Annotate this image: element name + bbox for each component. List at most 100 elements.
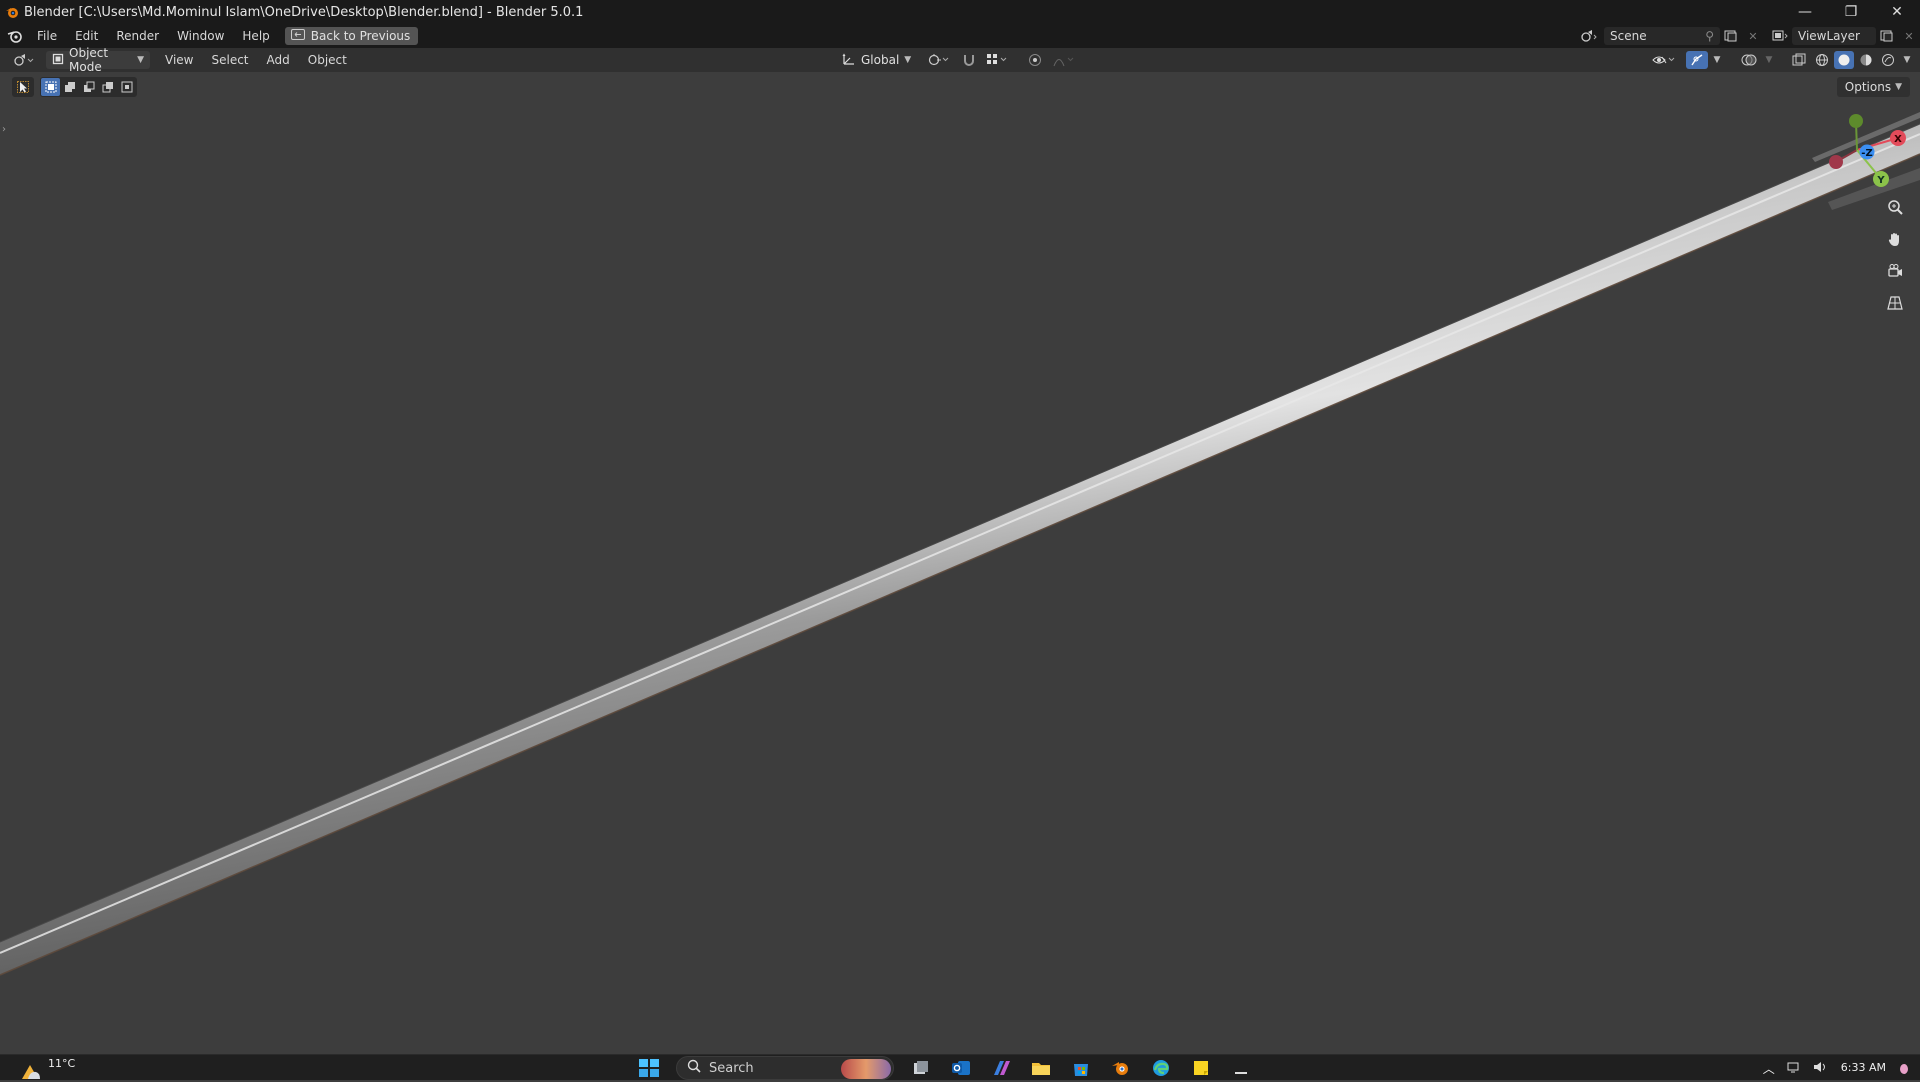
scene-name-field[interactable]: Scene ⚲: [1604, 27, 1720, 45]
system-clock[interactable]: 6:33 AM: [1841, 1062, 1886, 1074]
weather-widget[interactable]: 11°C: [18, 1057, 75, 1082]
back-to-previous-button[interactable]: Back to Previous: [284, 27, 419, 45]
search-placeholder: Search: [709, 1060, 754, 1076]
chevron-down-icon[interactable]: ▼: [1762, 51, 1776, 69]
chevron-down-icon[interactable]: ▼: [1900, 51, 1914, 69]
outlook-icon[interactable]: [948, 1057, 974, 1079]
back-button-label: Back to Previous: [310, 29, 411, 43]
volume-icon[interactable]: [1813, 1061, 1829, 1076]
snap-target-icon[interactable]: [984, 51, 1012, 69]
transform-orientation-label: Global: [861, 53, 900, 67]
notification-icon[interactable]: [1898, 1060, 1910, 1077]
options-label: Options: [1844, 80, 1892, 94]
viewport-canvas[interactable]: [0, 72, 1920, 1054]
restore-button[interactable]: ❐: [1828, 0, 1874, 24]
scene-selector-icon[interactable]: [1578, 27, 1600, 45]
viewport-header: Object Mode ▼ View Select Add Object Glo…: [0, 46, 1920, 74]
interaction-mode-dropdown[interactable]: Object Mode ▼: [46, 46, 150, 74]
menu-help[interactable]: Help: [233, 24, 278, 48]
close-button[interactable]: ✕: [1874, 0, 1920, 24]
gizmo-z-handle[interactable]: -Z: [1859, 144, 1875, 160]
svg-text:X: X: [1894, 134, 1902, 145]
material-preview-icon[interactable]: [1856, 51, 1876, 69]
selection-mode-subtract-icon[interactable]: [79, 78, 98, 96]
screen-back-icon: [290, 29, 305, 43]
selection-mode-extend-icon[interactable]: [60, 78, 79, 96]
menu-file[interactable]: File: [28, 24, 66, 48]
snap-toggle-icon[interactable]: [958, 51, 980, 69]
task-view-icon[interactable]: [908, 1057, 934, 1079]
tray-overflow-chevron-icon[interactable]: ︿: [1763, 1060, 1775, 1077]
proportional-editing-icon[interactable]: [1024, 51, 1046, 69]
object-mode-icon: [52, 53, 64, 68]
rendered-shading-icon[interactable]: [1878, 51, 1898, 69]
selection-mode-intersect-icon[interactable]: [117, 78, 136, 96]
file-explorer-icon[interactable]: [1028, 1057, 1054, 1079]
perspective-ortho-grid-icon[interactable]: [1882, 290, 1908, 316]
sticky-notes-icon[interactable]: [1188, 1057, 1214, 1079]
selection-mode-invert-icon[interactable]: [98, 78, 117, 96]
3d-viewport[interactable]: ›: [0, 72, 1920, 1054]
chevron-down-icon: ▼: [137, 55, 144, 65]
view-layer-field[interactable]: ViewLayer: [1792, 27, 1876, 45]
view-layer-selector-icon[interactable]: [1770, 27, 1792, 45]
gizmo-y-handle[interactable]: Y: [1873, 171, 1889, 187]
svg-text:Y: Y: [1876, 175, 1885, 186]
navigation-tools: [1882, 194, 1908, 316]
pivot-point-icon[interactable]: [924, 51, 954, 69]
menu-render[interactable]: Render: [107, 24, 168, 48]
solid-shading-icon[interactable]: [1834, 51, 1854, 69]
scene-name: Scene: [1610, 29, 1647, 43]
menu-object[interactable]: Object: [299, 48, 356, 72]
blender-menu-icon[interactable]: [2, 24, 28, 48]
toolbar-expand-icon[interactable]: ›: [2, 124, 6, 135]
taskbar-search-box[interactable]: Search: [676, 1056, 894, 1080]
menu-select[interactable]: Select: [202, 48, 257, 72]
select-tool-icon[interactable]: [12, 77, 34, 97]
visibility-selectability-icon[interactable]: [1650, 51, 1680, 69]
menu-add[interactable]: Add: [258, 48, 299, 72]
search-highlight-image: [841, 1059, 891, 1079]
top-menu-bar: File Edit Render Window Help Back to Pre…: [0, 24, 1920, 48]
wireframe-shading-icon[interactable]: [1812, 51, 1832, 69]
cylinder-object[interactable]: [0, 123, 1920, 976]
show-overlays-icon[interactable]: [1738, 51, 1760, 69]
show-gizmo-icon[interactable]: [1686, 51, 1708, 69]
title-bar: Blender [C:\Users\Md.Mominul Islam\OneDr…: [0, 0, 1920, 24]
minimize-button[interactable]: —: [1782, 0, 1828, 24]
delete-view-layer-icon[interactable]: ✕: [1898, 27, 1920, 45]
new-view-layer-icon[interactable]: [1876, 27, 1898, 45]
camera-view-icon[interactable]: [1882, 258, 1908, 284]
zoom-icon[interactable]: [1882, 194, 1908, 220]
gizmo-neg-x-handle[interactable]: [1829, 155, 1843, 169]
chevron-down-icon: ▼: [904, 55, 912, 65]
menu-window[interactable]: Window: [168, 24, 233, 48]
microsoft-store-icon[interactable]: [1068, 1057, 1094, 1079]
search-icon: [687, 1059, 701, 1077]
editor-type-icon[interactable]: [10, 51, 38, 69]
proportional-falloff-icon[interactable]: [1050, 51, 1080, 69]
network-icon[interactable]: [1787, 1061, 1801, 1076]
weather-sun-icon: [18, 1057, 42, 1082]
pan-hand-icon[interactable]: [1882, 226, 1908, 252]
blender-taskbar-icon[interactable]: [1108, 1057, 1134, 1079]
options-dropdown[interactable]: Options ▼: [1836, 77, 1910, 97]
edge-browser-icon[interactable]: [1148, 1057, 1174, 1079]
menu-edit[interactable]: Edit: [66, 24, 107, 48]
xray-toggle-icon[interactable]: [1788, 51, 1810, 69]
gizmo-x-handle[interactable]: X: [1890, 130, 1906, 146]
app-overflow-icon[interactable]: [1228, 1057, 1254, 1079]
copilot-icon[interactable]: [988, 1057, 1014, 1079]
clock-time: 6:33 AM: [1840, 1061, 1886, 1074]
new-scene-icon[interactable]: [1720, 27, 1742, 45]
selection-mode-new-icon[interactable]: [41, 78, 60, 96]
pin-icon[interactable]: ⚲: [1705, 29, 1714, 43]
navigation-gizmo[interactable]: X -Z Y: [1800, 108, 1920, 188]
selection-mode-group: [40, 77, 137, 97]
gizmo-neg-y-handle[interactable]: [1849, 114, 1863, 128]
delete-scene-icon[interactable]: ✕: [1742, 27, 1764, 45]
transform-orientation-dropdown[interactable]: Global ▼: [836, 51, 912, 69]
menu-view[interactable]: View: [156, 48, 202, 72]
windows-start-icon[interactable]: [636, 1057, 662, 1079]
chevron-down-icon[interactable]: ▼: [1710, 51, 1724, 69]
